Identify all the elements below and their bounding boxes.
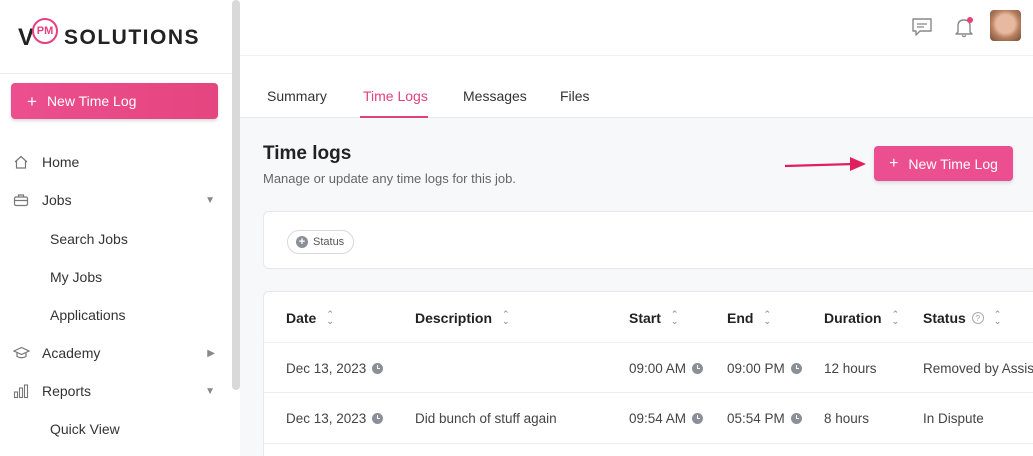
- cell-text: Dec 13, 2023: [286, 360, 367, 376]
- tab-messages[interactable]: Messages: [463, 88, 527, 108]
- sort-icon[interactable]: ⌃ ⌄: [994, 310, 1002, 326]
- tab-summary[interactable]: Summary: [267, 88, 327, 108]
- add-circle-icon: +: [296, 236, 308, 248]
- new-time-log-label: New Time Log: [908, 155, 998, 172]
- clock-icon[interactable]: [372, 412, 384, 424]
- tab-bar: [240, 56, 1033, 118]
- cell-date: Dec 13, 2023: [286, 358, 384, 378]
- status-filter-label: Status: [313, 236, 345, 248]
- cell-start: 09:54 AM: [629, 408, 704, 428]
- cell-end: 05:54 PM: [727, 408, 802, 428]
- sort-icon[interactable]: ⌃ ⌄: [892, 310, 900, 326]
- bar-chart-icon: [12, 382, 30, 400]
- clock-icon[interactable]: [372, 362, 384, 374]
- sidebar-item-home[interactable]: Home: [0, 147, 232, 177]
- sort-icon[interactable]: ⌃ ⌄: [326, 310, 334, 326]
- brand-logo[interactable]: V PM SOLUTIONS: [18, 18, 200, 58]
- sidebar: V PM SOLUTIONS + New Time Log Home Jobs …: [0, 0, 234, 456]
- sidebar-item-label: Jobs: [42, 192, 72, 208]
- column-header-date[interactable]: Date ⌃ ⌄: [286, 308, 334, 328]
- divider: [0, 73, 232, 74]
- column-header-start[interactable]: Start ⌃ ⌄: [629, 308, 678, 328]
- cell-duration: 8 hours: [824, 410, 870, 426]
- chat-icon[interactable]: [909, 14, 935, 40]
- cell-text: 09:54 AM: [629, 410, 687, 426]
- new-time-log-button[interactable]: + New Time Log: [874, 146, 1013, 181]
- column-header-label: Duration: [824, 310, 882, 326]
- help-icon[interactable]: ?: [971, 312, 984, 324]
- column-header-end[interactable]: End ⌃ ⌄: [727, 308, 771, 328]
- sidebar-item-label: Academy: [42, 345, 101, 361]
- column-header-label: Date: [286, 310, 317, 326]
- graduation-cap-icon: [12, 344, 30, 362]
- column-header-status[interactable]: Status? ⌃ ⌄: [923, 308, 1001, 328]
- sidebar-new-time-log-button[interactable]: + New Time Log: [11, 83, 218, 119]
- cell-text: 09:00 AM: [629, 360, 687, 376]
- clock-icon[interactable]: [790, 412, 802, 424]
- sidebar-item-label: Home: [42, 154, 80, 170]
- status-filter-chip[interactable]: + Status: [287, 230, 355, 254]
- sort-icon[interactable]: ⌃ ⌄: [763, 310, 771, 326]
- column-header-label: Start: [629, 310, 661, 326]
- sidebar-item-reports[interactable]: Reports ▼: [0, 376, 232, 406]
- page-title: Time logs: [263, 143, 352, 164]
- bell-icon[interactable]: [951, 14, 977, 40]
- active-tab-indicator: [360, 116, 428, 118]
- column-header-label: End: [727, 310, 754, 326]
- plus-icon: +: [889, 154, 899, 172]
- tab-time-logs[interactable]: Time Logs: [363, 88, 428, 108]
- page-subtitle: Manage or update any time logs for this …: [263, 171, 516, 186]
- briefcase-icon: [12, 191, 30, 209]
- clock-icon[interactable]: [692, 362, 704, 374]
- sidebar-item-applications[interactable]: Applications: [50, 300, 126, 330]
- column-header-label: Description: [415, 310, 493, 326]
- sort-icon[interactable]: ⌃ ⌄: [671, 310, 679, 326]
- brand-badge: PM: [32, 18, 59, 44]
- sidebar-new-time-log-label: New Time Log: [46, 93, 137, 109]
- clock-icon[interactable]: [790, 362, 802, 374]
- clock-icon[interactable]: [692, 412, 704, 424]
- arrow-annotation-icon: [784, 157, 866, 171]
- cell-description: Did bunch of stuff again: [415, 410, 557, 426]
- chevron-down-icon: ▼: [205, 385, 215, 397]
- sidebar-item-my-jobs[interactable]: My Jobs: [50, 262, 102, 292]
- chevron-right-icon: ▶: [207, 347, 215, 359]
- plus-icon: +: [27, 91, 37, 111]
- sidebar-item-label: Reports: [42, 383, 92, 399]
- sidebar-scrollbar[interactable]: [232, 0, 240, 390]
- column-header-label: Status: [923, 310, 966, 326]
- divider: [263, 342, 1033, 343]
- avatar[interactable]: [990, 10, 1021, 41]
- filter-bar: [263, 211, 1033, 269]
- brand-name: SOLUTIONS: [64, 26, 201, 49]
- tab-files[interactable]: Files: [560, 88, 590, 108]
- divider: [263, 392, 1033, 393]
- cell-text: 05:54 PM: [727, 410, 785, 426]
- cell-duration: 12 hours: [824, 360, 877, 376]
- cell-status: In Dispute: [923, 410, 984, 426]
- sidebar-item-search-jobs[interactable]: Search Jobs: [50, 224, 128, 254]
- cell-date: Dec 13, 2023: [286, 408, 384, 428]
- sidebar-item-quick-view[interactable]: Quick View: [50, 414, 120, 444]
- column-header-description[interactable]: Description ⌃ ⌄: [415, 308, 510, 328]
- sort-icon[interactable]: ⌃ ⌄: [502, 310, 510, 326]
- sidebar-item-academy[interactable]: Academy ▶: [0, 338, 232, 368]
- cell-text: Dec 13, 2023: [286, 410, 367, 426]
- chevron-down-icon: ▼: [205, 194, 215, 206]
- column-header-duration[interactable]: Duration ⌃ ⌄: [824, 308, 899, 328]
- cell-status: Removed by Assist: [923, 360, 1033, 376]
- cell-text: 09:00 PM: [727, 360, 785, 376]
- cell-end: 09:00 PM: [727, 358, 802, 378]
- sidebar-item-jobs[interactable]: Jobs ▼: [0, 185, 232, 215]
- home-icon: [12, 153, 30, 171]
- cell-start: 09:00 AM: [629, 358, 704, 378]
- divider: [263, 443, 1033, 444]
